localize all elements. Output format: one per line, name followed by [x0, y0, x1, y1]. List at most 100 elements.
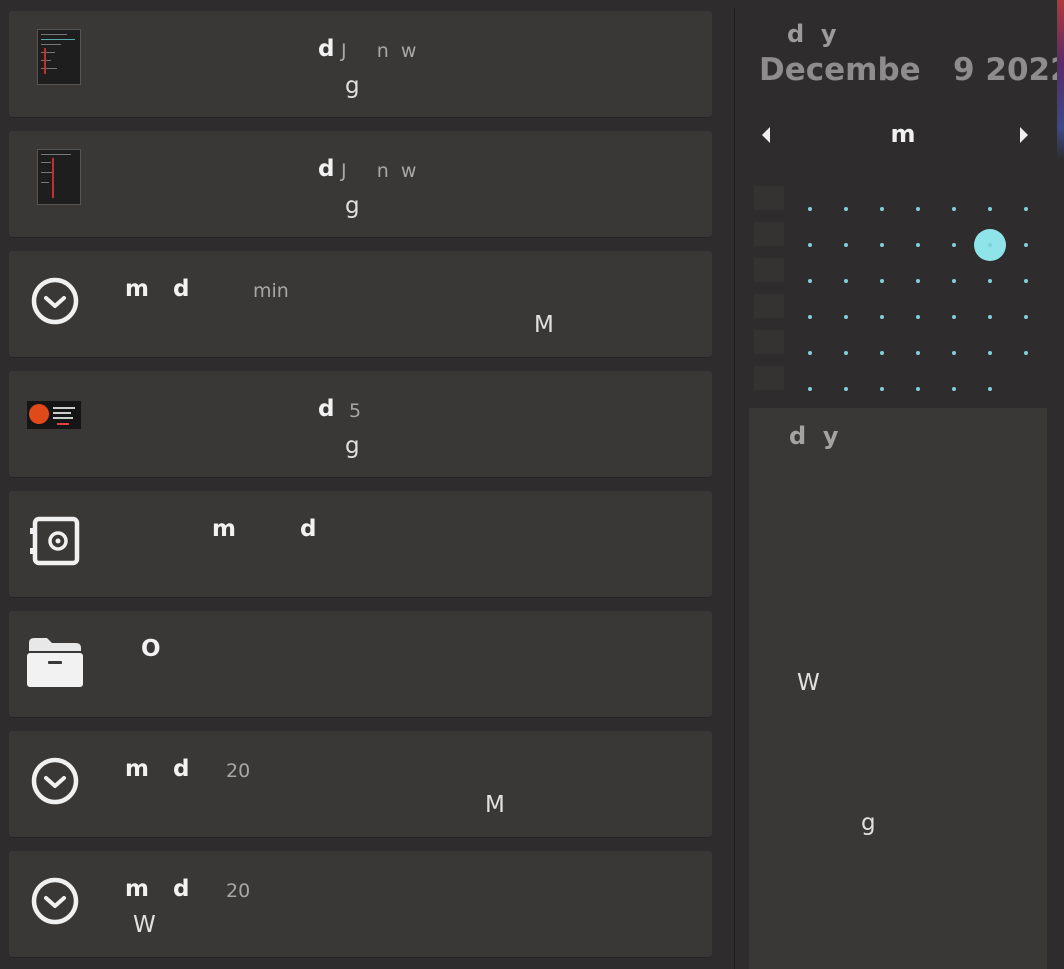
calendar-day[interactable] — [937, 336, 971, 370]
calendar-day[interactable] — [793, 192, 827, 226]
calendar-day[interactable] — [973, 264, 1007, 298]
calendar-day-today[interactable] — [973, 228, 1007, 262]
calendar-day[interactable] — [973, 300, 1007, 334]
event-dot — [1024, 279, 1028, 283]
notification-card[interactable]: m d — [9, 491, 712, 597]
event-item[interactable]: W — [797, 670, 820, 696]
calendar-day[interactable] — [793, 372, 827, 406]
notification-title: m d — [125, 276, 190, 302]
notification-card[interactable]: d J n w g — [9, 11, 712, 117]
calendar-day[interactable] — [865, 192, 899, 226]
previous-month-button[interactable] — [757, 122, 775, 148]
calendar-day[interactable] — [901, 336, 935, 370]
calendar-day[interactable] — [793, 300, 827, 334]
notification-title: d — [318, 36, 335, 62]
calendar-day[interactable] — [901, 228, 935, 262]
calendar-day[interactable] — [1009, 192, 1043, 226]
calendar-day[interactable] — [973, 372, 1007, 406]
event-dot — [844, 351, 848, 355]
event-item[interactable]: g — [861, 810, 876, 836]
calendar-day[interactable] — [1009, 300, 1043, 334]
event-dot — [916, 387, 920, 391]
calendar-day[interactable] — [865, 300, 899, 334]
calendar-day[interactable] — [793, 336, 827, 370]
event-dot — [880, 243, 884, 247]
event-dot — [916, 315, 920, 319]
notification-card[interactable]: m d 20 W — [9, 851, 712, 957]
next-month-button[interactable] — [1015, 122, 1033, 148]
notification-meta: 20 — [226, 760, 251, 782]
event-dot — [988, 315, 992, 319]
notification-card[interactable]: m d 20 M — [9, 731, 712, 837]
event-dot — [952, 351, 956, 355]
calendar-day[interactable] — [1009, 336, 1043, 370]
calendar-day[interactable] — [1009, 264, 1043, 298]
calendar-day[interactable] — [829, 228, 863, 262]
notification-body: g — [345, 193, 360, 219]
notification-title: O — [141, 636, 161, 662]
calendar-day[interactable] — [865, 372, 899, 406]
event-dot — [988, 351, 992, 355]
notification-title: m d — [212, 516, 317, 542]
calendar-day[interactable] — [937, 300, 971, 334]
event-dot — [916, 279, 920, 283]
calendar-day[interactable] — [865, 228, 899, 262]
notification-meta: 20 — [226, 880, 251, 902]
event-dot — [952, 279, 956, 283]
calendar-day[interactable] — [829, 264, 863, 298]
calendar-day[interactable] — [865, 264, 899, 298]
event-dot — [808, 279, 812, 283]
safe-icon — [27, 511, 83, 571]
calendar-day[interactable] — [901, 264, 935, 298]
event-dot — [808, 207, 812, 211]
event-dot — [988, 387, 992, 391]
calendar-day[interactable] — [793, 228, 827, 262]
clock-icon — [27, 871, 83, 931]
events-header: d y — [789, 422, 839, 450]
video-thumbnail-icon — [27, 401, 81, 429]
week-number-cell — [754, 186, 784, 210]
calendar-day[interactable] — [829, 336, 863, 370]
calendar-day[interactable] — [901, 300, 935, 334]
event-dot — [844, 387, 848, 391]
calendar-day[interactable] — [937, 192, 971, 226]
notification-card[interactable]: d J n w g — [9, 131, 712, 237]
screenshot-thumbnail-icon — [31, 147, 87, 207]
calendar-day[interactable] — [1009, 228, 1043, 262]
weekday-label: d y — [787, 20, 837, 48]
calendar-day[interactable] — [829, 372, 863, 406]
notification-card[interactable]: m d min M — [9, 251, 712, 357]
notification-meta: min — [253, 280, 289, 302]
clock-icon — [27, 751, 83, 811]
calendar-day[interactable] — [901, 372, 935, 406]
week-number-cell — [754, 366, 784, 390]
calendar-day[interactable] — [829, 192, 863, 226]
calendar-day[interactable] — [937, 228, 971, 262]
event-dot — [1024, 315, 1028, 319]
notification-meta: 5 — [349, 400, 362, 422]
notification-title: m d — [125, 876, 190, 902]
notification-body: W — [133, 912, 156, 938]
event-dot — [808, 351, 812, 355]
calendar-day[interactable] — [937, 372, 971, 406]
calendar-day[interactable] — [865, 336, 899, 370]
notification-title: d — [318, 396, 335, 422]
notification-card[interactable]: d 5 g — [9, 371, 712, 477]
notification-body: g — [345, 433, 360, 459]
notification-title: d — [318, 156, 335, 182]
notification-body: M — [534, 312, 554, 338]
event-dot — [880, 279, 884, 283]
calendar-day[interactable] — [901, 192, 935, 226]
notification-center: d J n w g d J n w g m d min M d 5 g m d … — [0, 0, 1064, 969]
event-dot — [808, 315, 812, 319]
calendar-day[interactable] — [937, 264, 971, 298]
calendar-day[interactable] — [973, 336, 1007, 370]
notification-card[interactable]: O — [9, 611, 712, 717]
notification-body: g — [345, 73, 360, 99]
folder-icon — [27, 631, 83, 691]
week-number-cell — [754, 258, 784, 282]
calendar-day[interactable] — [793, 264, 827, 298]
event-dot — [988, 243, 992, 247]
calendar-day[interactable] — [973, 192, 1007, 226]
calendar-day[interactable] — [829, 300, 863, 334]
